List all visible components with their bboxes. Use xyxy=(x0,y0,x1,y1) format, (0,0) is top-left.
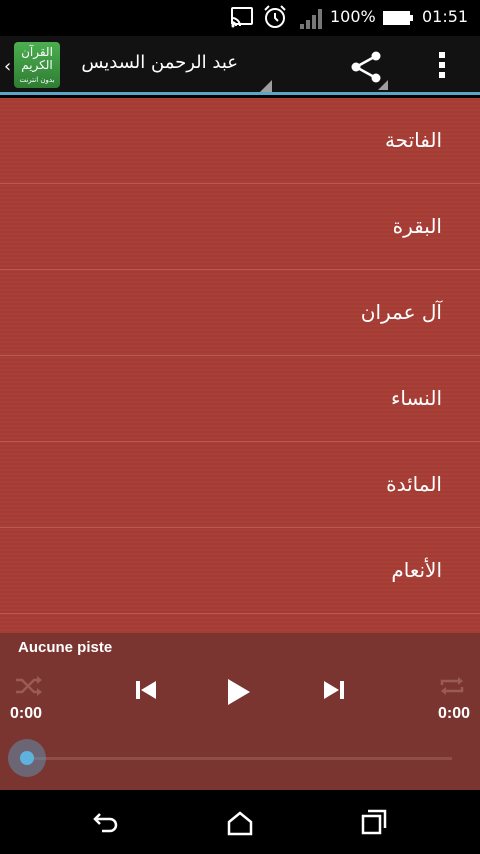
logo-small-text: بدون انترنت xyxy=(19,76,55,84)
battery-icon xyxy=(383,11,413,25)
share-indicator-icon xyxy=(378,80,388,90)
repeat-icon[interactable] xyxy=(438,675,466,697)
surah-item[interactable]: النساء xyxy=(0,356,480,442)
elapsed-time: 0:00 xyxy=(10,705,43,722)
cast-icon xyxy=(231,7,253,28)
recents-icon[interactable] xyxy=(360,808,388,836)
action-bar: ‹ القرآن الكريم بدون انترنت عبد الرحمن ا… xyxy=(0,36,480,95)
overflow-menu-icon[interactable] xyxy=(436,50,448,80)
alarm-icon xyxy=(264,5,286,28)
surah-item[interactable]: الأنعام xyxy=(0,528,480,614)
surah-item[interactable]: البقرة xyxy=(0,184,480,270)
up-chevron-icon[interactable]: ‹ xyxy=(4,56,11,77)
app-logo[interactable]: القرآن الكريم بدون انترنت xyxy=(14,42,60,88)
system-nav-bar xyxy=(0,790,480,854)
surah-item[interactable]: آل عمران xyxy=(0,270,480,356)
spinner-indicator-icon xyxy=(260,80,272,92)
seek-bar[interactable] xyxy=(28,757,452,760)
status-bar: 100% 01:51 xyxy=(0,0,480,36)
track-title: Aucune piste xyxy=(18,639,113,656)
battery-percent: 100% xyxy=(330,7,376,26)
logo-line-1: القرآن xyxy=(21,45,53,59)
home-icon[interactable] xyxy=(226,810,254,836)
surah-item[interactable]: الفاتحة xyxy=(0,98,480,184)
shuffle-icon[interactable] xyxy=(14,675,44,697)
total-time: 0:00 xyxy=(437,705,470,722)
next-icon[interactable] xyxy=(322,679,346,701)
status-time: 01:51 xyxy=(422,7,469,26)
surah-item[interactable]: المائدة xyxy=(0,442,480,528)
signal-icon xyxy=(300,9,322,29)
seek-thumb[interactable] xyxy=(8,739,46,777)
previous-icon[interactable] xyxy=(134,679,158,701)
audio-player: Aucune piste 0:00 0:00 xyxy=(0,633,480,790)
logo-line-2: الكريم xyxy=(21,58,53,72)
reciter-spinner[interactable]: عبد الرحمن السديس xyxy=(78,52,238,73)
share-icon[interactable] xyxy=(348,50,384,84)
surah-list: الفاتحة البقرة آل عمران النساء المائدة ا… xyxy=(0,98,480,633)
back-icon[interactable] xyxy=(92,810,120,834)
seek-thumb-dot xyxy=(20,751,34,765)
play-icon[interactable] xyxy=(226,677,252,707)
